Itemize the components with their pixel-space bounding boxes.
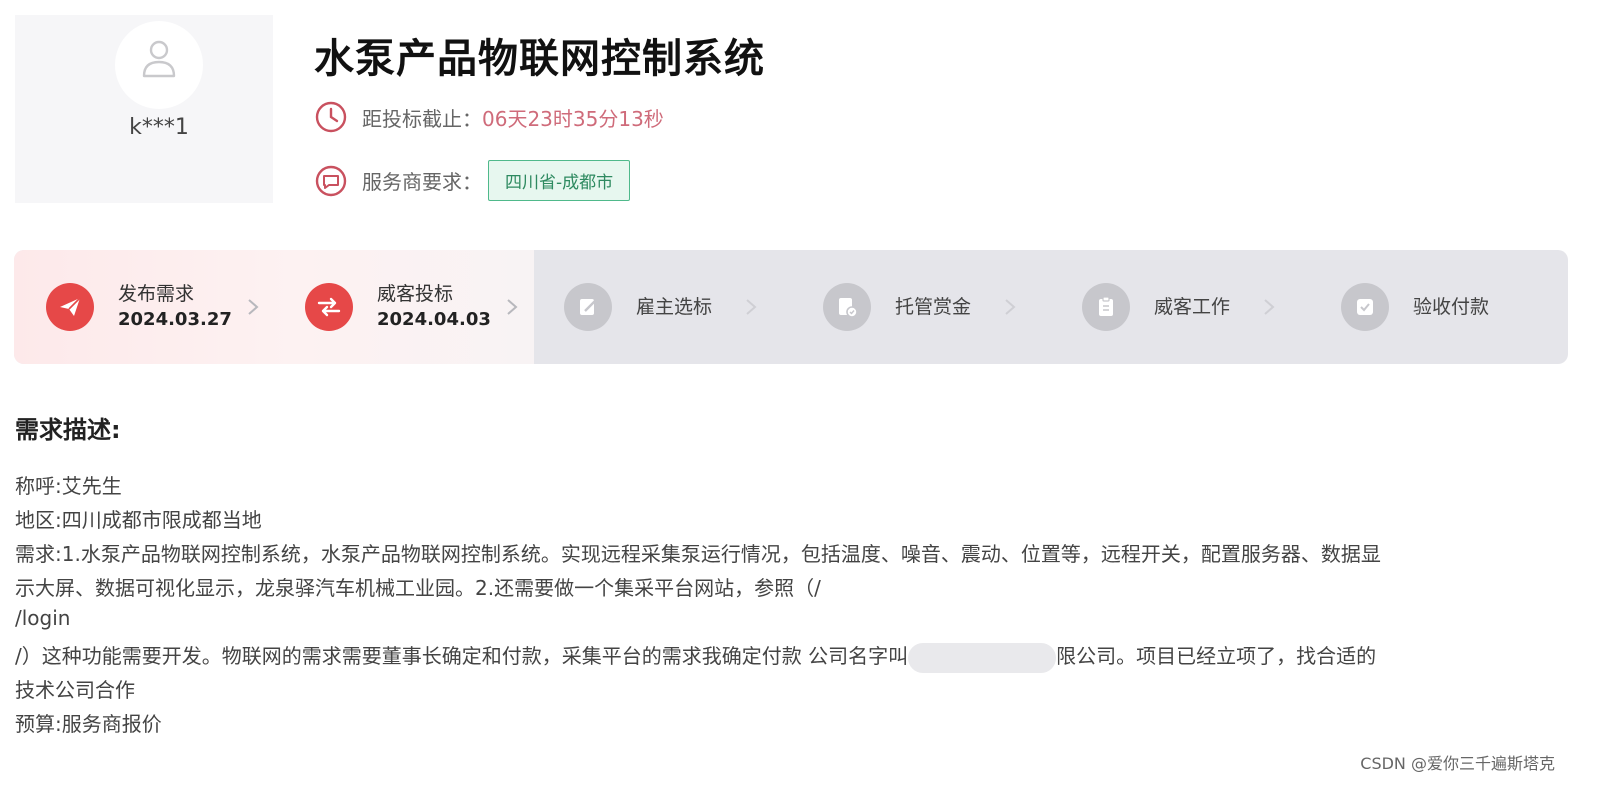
description-line: 称呼:艾先生 bbox=[15, 474, 122, 498]
chevron-right-icon bbox=[507, 299, 518, 315]
step-label: 雇主选标 bbox=[636, 296, 713, 318]
description-line: /login bbox=[15, 606, 71, 630]
deadline-countdown: 06天23时35分13秒 bbox=[482, 106, 664, 131]
chat-bubble-icon bbox=[315, 165, 347, 196]
avatar[interactable] bbox=[115, 21, 203, 109]
deadline-row: 距投标截止： 06天23时35分13秒 bbox=[314, 100, 664, 134]
step-accept: 验收付款 bbox=[1341, 250, 1489, 364]
description-line-with-redaction: /）这种功能需要开发。物联网的需求需要董事长确定和付款，采集平台的需求我确定付款… bbox=[15, 640, 1376, 673]
description-line: 示大屏、数据可视化显示，龙泉驿汽车机械工业园。2.还需要做一个集采平台网站，参照… bbox=[15, 576, 821, 600]
escrow-icon bbox=[823, 283, 871, 331]
step-date: 2024.03.27 bbox=[118, 309, 232, 330]
step-label: 验收付款 bbox=[1413, 296, 1490, 318]
select-icon bbox=[564, 283, 612, 331]
description-line: 需求:1.水泵产品物联网控制系统，水泵产品物联网控制系统。实现远程采集泵运行情况… bbox=[15, 542, 1381, 566]
send-icon bbox=[46, 283, 94, 331]
user-card: k***1 bbox=[15, 15, 273, 203]
step-work: 威客工作 bbox=[1082, 250, 1276, 364]
description-text: /）这种功能需要开发。物联网的需求需要董事长确定和付款，采集平台的需求我确定付款… bbox=[15, 644, 909, 668]
step-label: 威客投标 bbox=[377, 283, 454, 305]
chevron-right-icon bbox=[1005, 299, 1016, 315]
step-label: 威客工作 bbox=[1154, 296, 1231, 318]
description-line: 预算:服务商报价 bbox=[15, 712, 162, 736]
step-label: 托管赏金 bbox=[895, 296, 972, 318]
step-select: 雇主选标 bbox=[564, 250, 758, 364]
project-title: 水泵产品物联网控制系统 bbox=[314, 36, 765, 82]
clock-icon bbox=[315, 101, 347, 133]
step-escrow: 托管赏金 bbox=[823, 250, 1017, 364]
provider-label: 服务商要求： bbox=[362, 170, 482, 194]
description-text: 限公司。项目已经立项了，找合适的 bbox=[1056, 644, 1377, 668]
step-bid: 威客投标 2024.04.03 bbox=[305, 250, 519, 364]
watermark: CSDN @爱你三千遍斯塔克 bbox=[1360, 754, 1555, 773]
chevron-right-icon bbox=[1264, 299, 1275, 315]
check-icon bbox=[1341, 283, 1389, 331]
step-publish: 发布需求 2024.03.27 bbox=[46, 250, 260, 364]
chevron-right-icon bbox=[746, 299, 757, 315]
step-label: 发布需求 bbox=[118, 283, 195, 305]
provider-row: 服务商要求： 四川省-成都市 bbox=[314, 160, 631, 201]
deadline-label: 距投标截止： bbox=[362, 106, 482, 131]
clipboard-icon bbox=[1082, 283, 1130, 331]
description-line: 技术公司合作 bbox=[15, 678, 135, 702]
chevron-right-icon bbox=[248, 299, 259, 315]
region-tag: 四川省-成都市 bbox=[488, 160, 631, 201]
bid-icon bbox=[305, 283, 353, 331]
description-line: 地区:四川成都市限成都当地 bbox=[15, 508, 262, 532]
description-heading: 需求描述: bbox=[15, 416, 121, 444]
username: k***1 bbox=[129, 115, 189, 140]
redacted-company-name bbox=[908, 642, 1057, 673]
user-icon bbox=[142, 40, 176, 78]
step-date: 2024.04.03 bbox=[377, 309, 491, 330]
